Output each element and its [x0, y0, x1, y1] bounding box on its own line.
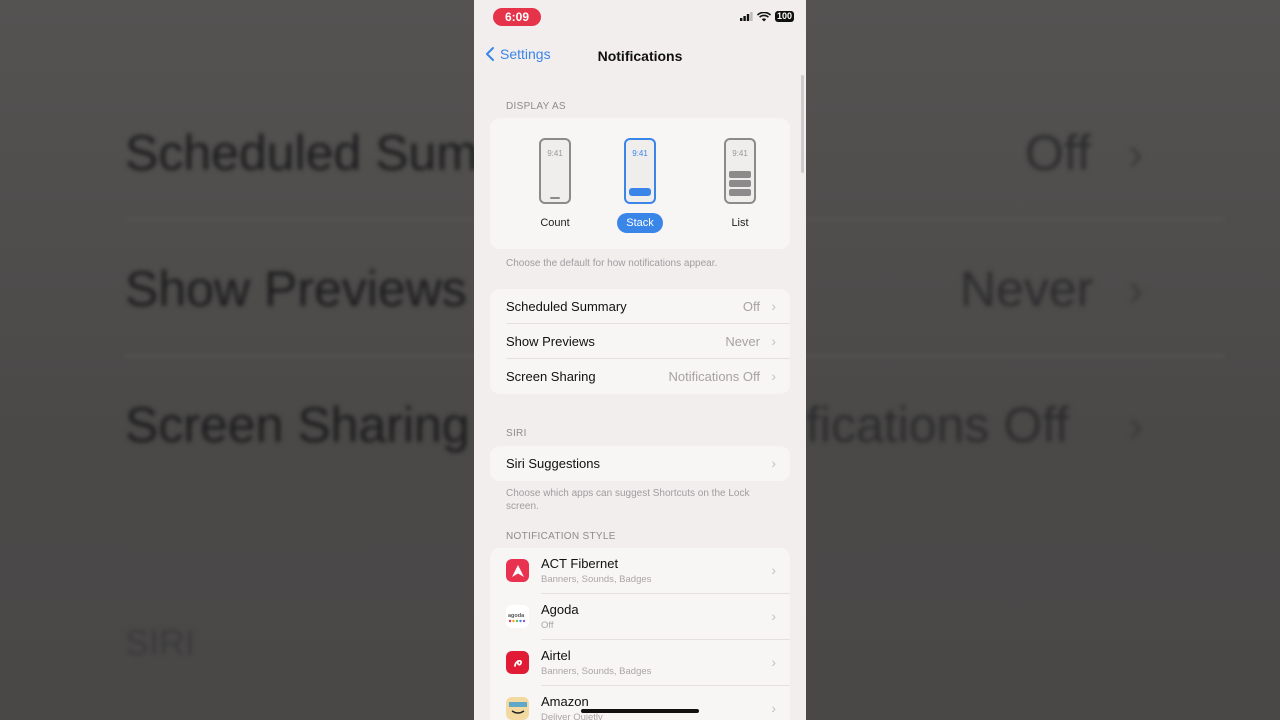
- mode-clock: 9:41: [547, 149, 563, 158]
- bg-row-value: fications Off: [806, 397, 1070, 453]
- app-name: ACT Fibernet: [541, 556, 619, 571]
- row-value: Never: [725, 334, 760, 349]
- chevron-right-icon: ›: [771, 654, 776, 670]
- mode-clock: 9:41: [632, 149, 648, 158]
- display-as-card: 9:41 Count 9:41 Stack 9:41 List: [490, 118, 790, 249]
- status-bar: 6:09 100: [474, 0, 806, 36]
- mode-label: Count: [540, 217, 570, 229]
- bg-chevron-icon: ›: [1128, 127, 1144, 179]
- chevron-right-icon: ›: [771, 333, 776, 349]
- row-title: Screen Sharing: [506, 369, 596, 384]
- mode-label: List: [731, 217, 749, 229]
- row-value: Notifications Off: [668, 369, 760, 384]
- siri-header: SIRI: [506, 428, 527, 439]
- app-name: Airtel: [541, 648, 571, 663]
- app-detail: Banners, Sounds, Badges: [541, 574, 652, 585]
- display-as-footnote: Choose the default for how notifications…: [506, 258, 718, 269]
- mode-clock: 9:41: [732, 149, 748, 158]
- navigation-bar: Settings Notifications: [474, 40, 806, 72]
- bg-row-value: Never: [960, 261, 1094, 317]
- app-list-card: ACT Fibernet Banners, Sounds, Badges › a…: [490, 548, 790, 720]
- home-indicator[interactable]: [581, 709, 699, 713]
- wifi-icon: [756, 11, 771, 21]
- page-title: Notifications: [597, 48, 683, 64]
- scroll-indicator[interactable]: [801, 75, 804, 173]
- act-fibernet-icon: [506, 559, 529, 582]
- phone-count-icon: 9:41: [539, 138, 571, 204]
- bg-chevron-icon: ›: [1128, 263, 1144, 315]
- display-mode-list[interactable]: 9:41 List: [710, 138, 770, 233]
- app-row-airtel[interactable]: Airtel Banners, Sounds, Badges ›: [490, 640, 790, 686]
- phone-list-icon: 9:41: [724, 138, 756, 204]
- app-row-agoda[interactable]: agoda Agoda Off ›: [490, 594, 790, 640]
- row-value: Off: [742, 299, 760, 314]
- siri-footnote: Choose which apps can suggest Shortcuts …: [506, 488, 750, 512]
- chevron-right-icon: ›: [771, 608, 776, 624]
- app-detail: Off: [541, 620, 554, 631]
- app-name: Agoda: [541, 602, 579, 617]
- mode-label: Stack: [617, 213, 663, 233]
- row-title: Show Previews: [506, 334, 595, 349]
- battery-icon: 100: [774, 11, 794, 22]
- amazon-icon: [506, 697, 529, 720]
- display-mode-stack[interactable]: 9:41 Stack: [610, 138, 670, 233]
- app-detail: Banners, Sounds, Badges: [541, 666, 652, 677]
- chevron-right-icon: ›: [771, 368, 776, 384]
- app-name: Amazon: [541, 694, 589, 709]
- chevron-right-icon: ›: [771, 700, 776, 716]
- agoda-icon: agoda: [506, 605, 529, 628]
- chevron-right-icon: ›: [771, 298, 776, 314]
- row-title: Siri Suggestions: [506, 456, 600, 471]
- row-title: Scheduled Summary: [506, 299, 627, 314]
- notification-settings-card: Scheduled Summary Off › Show Previews Ne…: [490, 289, 790, 394]
- display-as-header: DISPLAY AS: [506, 101, 566, 112]
- siri-card: Siri Suggestions ›: [490, 446, 790, 481]
- bg-chevron-icon: ›: [1128, 399, 1144, 451]
- svg-text:agoda: agoda: [508, 613, 525, 619]
- phone-stack-icon: 9:41: [624, 138, 656, 204]
- scheduled-summary-row[interactable]: Scheduled Summary Off ›: [490, 289, 790, 324]
- bg-row-title: Screen Sharing: [125, 397, 470, 453]
- screen-sharing-row[interactable]: Screen Sharing Notifications Off ›: [490, 359, 790, 394]
- siri-suggestions-row[interactable]: Siri Suggestions ›: [490, 446, 790, 481]
- app-detail: Deliver Quietly: [541, 712, 603, 720]
- bg-row-title: Scheduled Sum: [125, 125, 479, 181]
- chevron-right-icon: ›: [771, 562, 776, 578]
- display-mode-count[interactable]: 9:41 Count: [525, 138, 585, 233]
- airtel-icon: [506, 651, 529, 674]
- status-icons: 100: [739, 11, 794, 22]
- cellular-signal-icon: [739, 12, 753, 21]
- notification-style-header: NOTIFICATION STYLE: [506, 531, 616, 542]
- app-row-act-fibernet[interactable]: ACT Fibernet Banners, Sounds, Badges ›: [490, 548, 790, 594]
- bg-siri-header: SIRI: [125, 622, 196, 663]
- phone-screen: 6:09 100 Settings Notifications DISPLAY …: [474, 0, 806, 720]
- bg-row-value: Off: [1025, 125, 1091, 181]
- bg-row-title: Show Previews: [125, 261, 467, 317]
- status-time[interactable]: 6:09: [493, 8, 541, 26]
- app-row-amazon[interactable]: Amazon Deliver Quietly ›: [490, 686, 790, 720]
- show-previews-row[interactable]: Show Previews Never ›: [490, 324, 790, 359]
- chevron-right-icon: ›: [771, 455, 776, 471]
